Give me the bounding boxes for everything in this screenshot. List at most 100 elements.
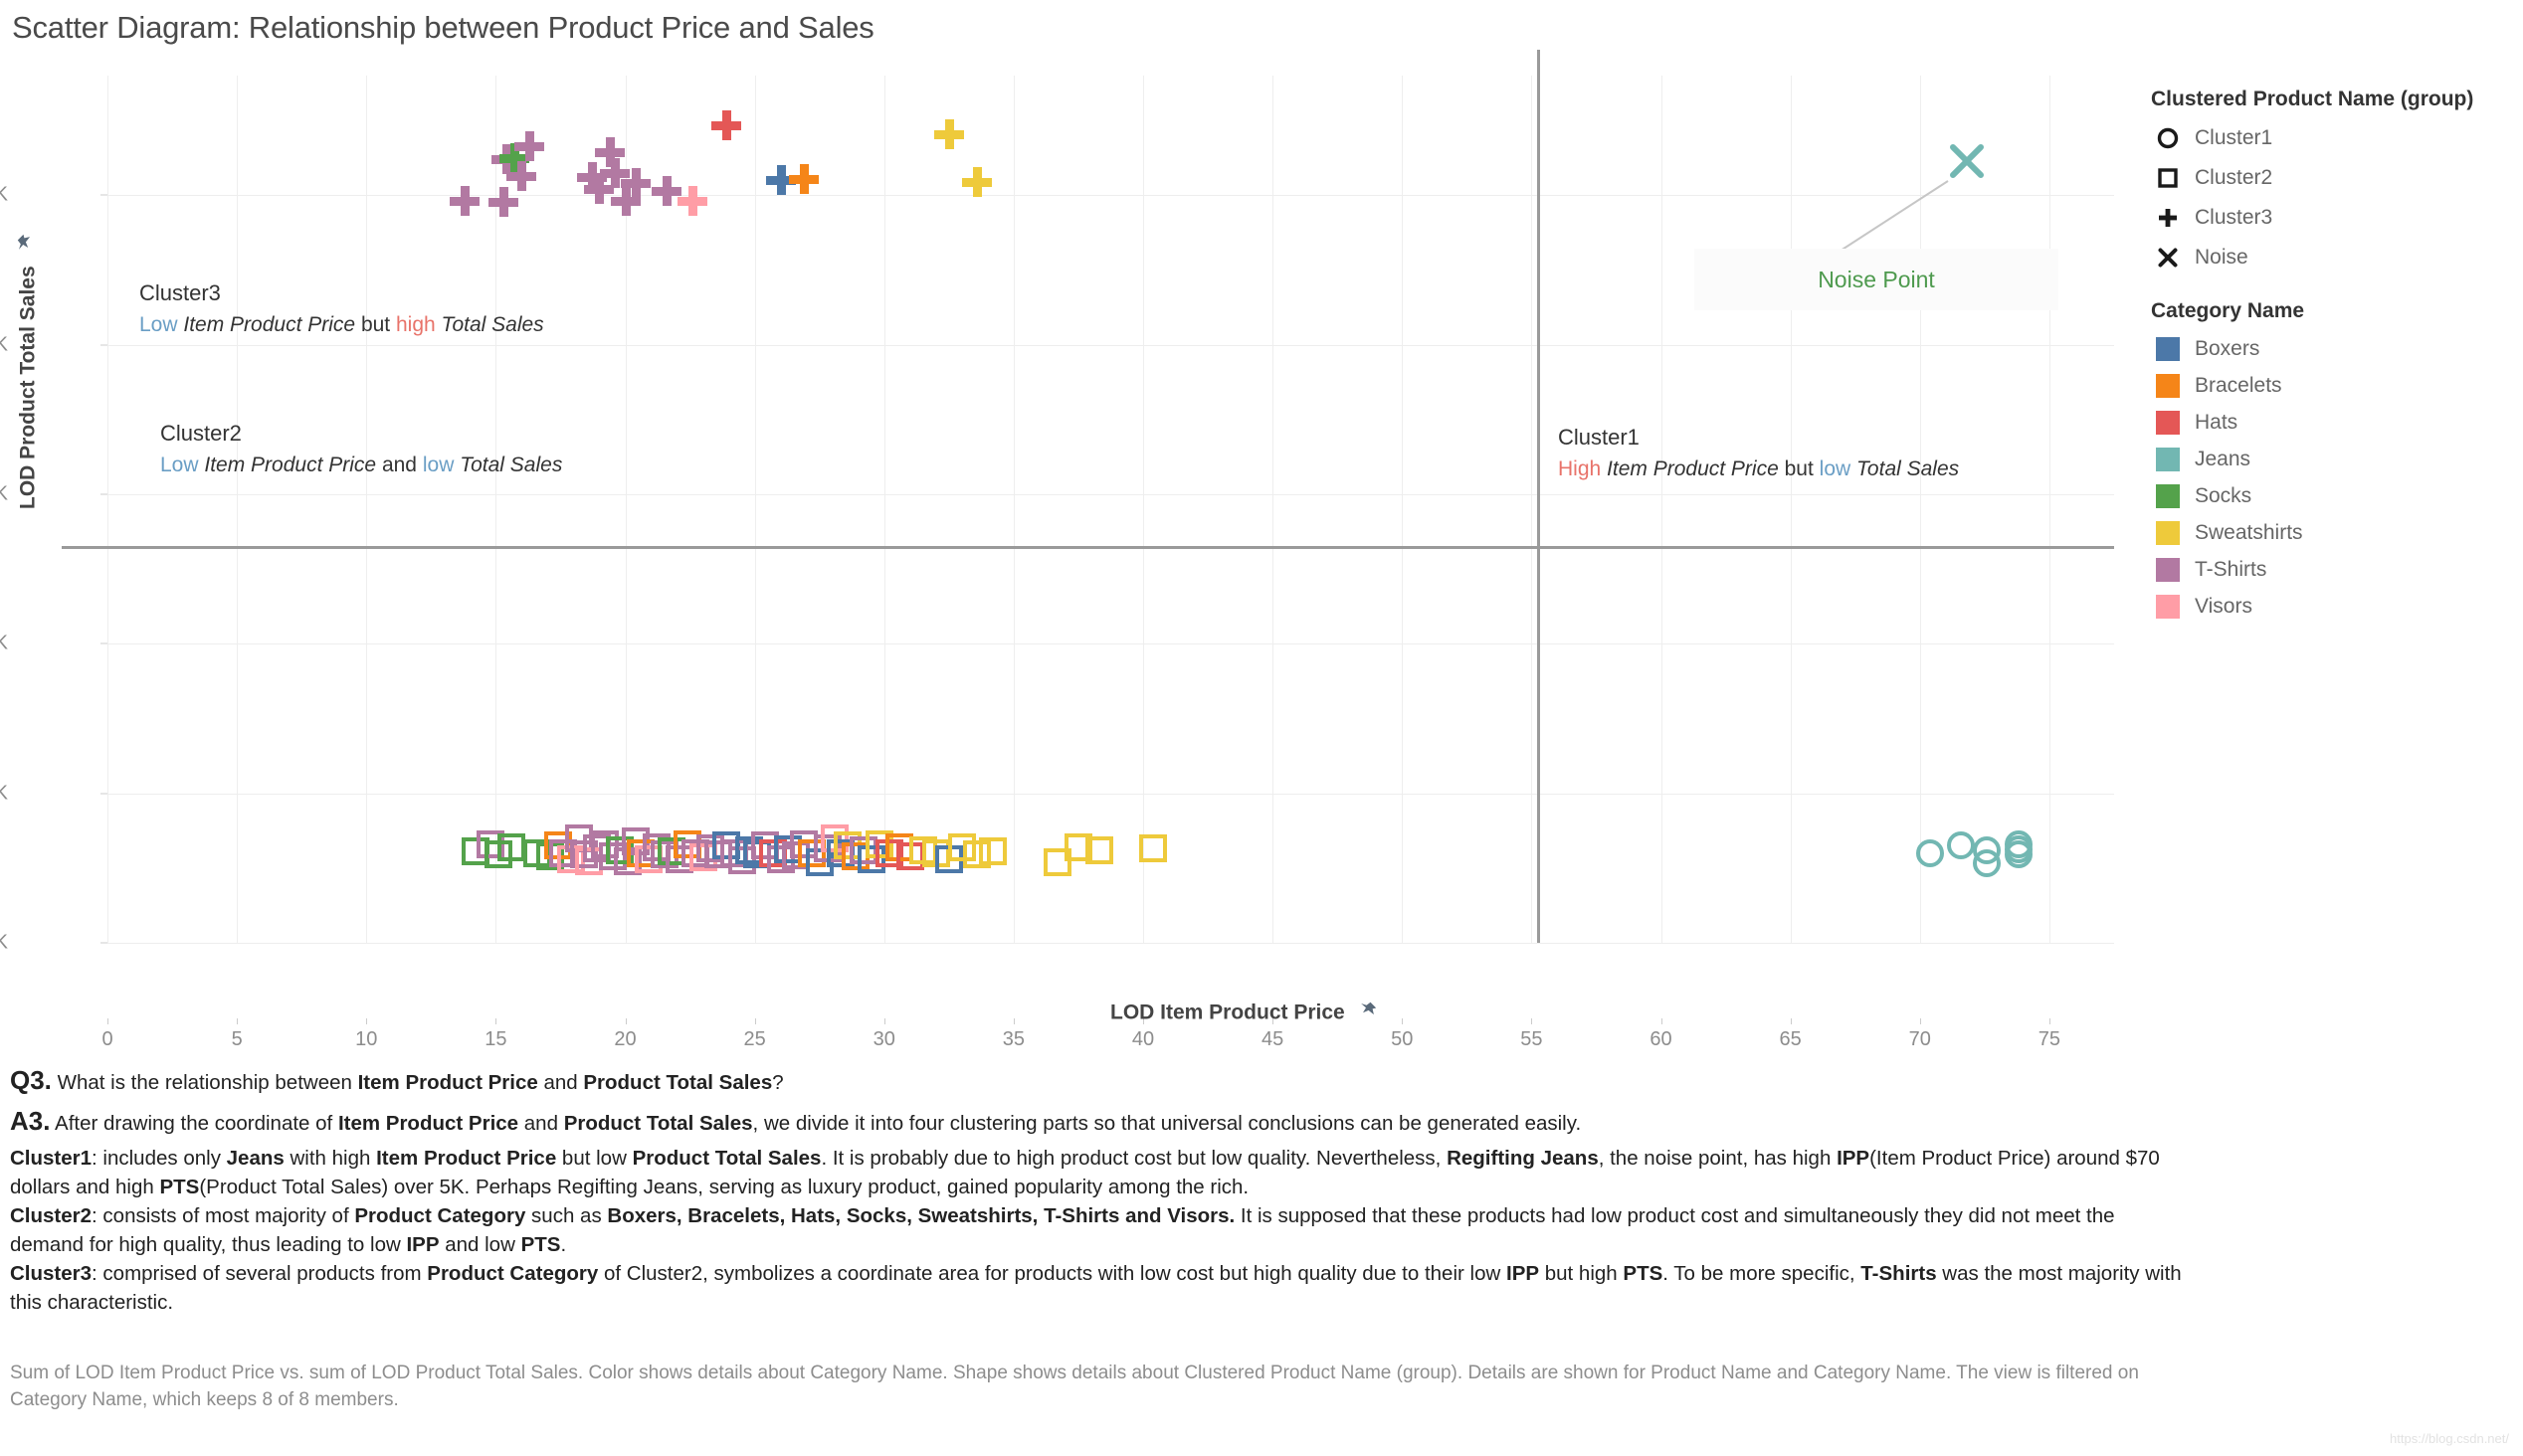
annotation-cluster1: Cluster1 High Item Product Price but low… [1558,425,1959,481]
marker-plus [933,118,964,149]
answer-line: A3. After drawing the coordinate of Item… [10,1103,2189,1140]
annot-c1-w5: Total Sales [1856,457,1960,480]
question-tag: Q3. [10,1065,52,1095]
legend-shape-title: Clustered Product Name (group) [2151,88,2474,110]
qa-block: Q3. What is the relationship between Ite… [10,1062,2189,1317]
marker-circle [2004,839,2033,868]
gridline-horizontal [107,493,2114,495]
c2-t5: . [560,1233,567,1257]
gridline-horizontal [107,793,2114,795]
y-tick-label: 2K [0,632,8,654]
y-tick-label: 1K [0,782,8,805]
y-tick-mark [100,493,107,495]
legend-spacer [2151,277,2519,299]
annot-c1-w2: Item Product Price [1607,457,1779,480]
x-tick-mark [495,1018,497,1024]
c1-b3: Product Total Sales [632,1146,822,1170]
gridline-vertical [1143,76,1145,943]
answer-text-2: and [518,1111,564,1135]
x-tick-label: 75 [2038,1028,2061,1050]
legend-item-socks[interactable]: Socks [2151,477,2519,514]
legend-item-cluster3[interactable]: Cluster3 [2151,198,2519,238]
annotation-cluster1-sub: High Item Product Price but low Total Sa… [1558,457,1959,481]
gridline-vertical [1660,76,1662,943]
pin-icon [16,234,42,254]
c1-b6: PTS [159,1175,200,1198]
annot-c1-w4: low [1819,457,1851,480]
legend-item-label: Socks [2195,483,2252,507]
legend-item-label: Cluster2 [2195,166,2273,189]
annotation-cluster2-head: Cluster2 [160,421,242,446]
legend-item-label: Cluster1 [2195,126,2273,149]
marker-plus [450,186,481,217]
x-tick-label: 30 [873,1028,895,1050]
legend-item-hats[interactable]: Hats [2151,404,2519,441]
color-swatch [2151,373,2185,398]
c3-t4: . To be more specific, [1662,1262,1861,1286]
gridline-vertical [2048,76,2050,943]
annot-c2-w2: Item Product Price [204,454,377,476]
x-tick-mark [366,1018,368,1024]
y-axis-title: LOD Product Total Sales [16,234,42,509]
marker-plus [514,130,545,161]
x-tick-mark [754,1018,756,1024]
c1-b1: Jeans [226,1146,285,1170]
legend-item-visors[interactable]: Visors [2151,588,2519,625]
annotation-cluster1-head: Cluster1 [1558,425,1640,450]
x-tick-mark [1013,1018,1015,1024]
c1-b5: IPP [1837,1146,1870,1170]
y-tick-label: 4K [0,333,8,356]
marker-circle [1973,849,2002,878]
legend-item-noise[interactable]: Noise [2151,238,2519,277]
x-axis-title-text: LOD Item Product Price [1110,1001,1345,1024]
x-tick-label: 55 [1520,1028,1543,1050]
y-tick-label: 0K [0,931,8,954]
swatch-fill [2156,557,2180,582]
legend-item-label: Sweatshirts [2195,520,2303,544]
legend-color-title: Category Name [2151,299,2305,322]
legend-item-sweatshirts[interactable]: Sweatshirts [2151,514,2519,551]
legend-item-bracelets[interactable]: Bracelets [2151,367,2519,404]
color-swatch [2151,594,2185,619]
legend-item-t-shirts[interactable]: T-Shirts [2151,551,2519,588]
swatch-fill [2156,520,2180,545]
swatch-fill [2156,336,2180,361]
annotation-cluster3-sub: Low Item Product Price but high Total Sa… [139,313,544,337]
page-title: Scatter Diagram: Relationship between Pr… [12,10,874,45]
swatch-fill [2156,594,2180,619]
marker-x [1949,143,1984,178]
x-tick-label: 25 [743,1028,766,1050]
c2-t2: such as [525,1204,608,1228]
marker-plus [789,163,820,194]
c3-b3: PTS [1623,1262,1663,1286]
c2-b3: IPP [406,1233,440,1257]
x-tick-label: 60 [1650,1028,1672,1050]
y-tick-mark [100,642,107,644]
legend-shape-items: Cluster1 Cluster2 Cluster3 Noise [2151,118,2519,277]
legend-item-cluster1[interactable]: Cluster1 [2151,118,2519,158]
answer-text-3: , we divide it into four clustering part… [752,1111,1582,1135]
legend-item-label: Bracelets [2195,373,2282,397]
x-tick-mark [2048,1018,2050,1024]
question-text-3: ? [772,1071,784,1094]
legend-item-label: Noise [2195,246,2248,269]
legend-item-jeans[interactable]: Jeans [2151,441,2519,477]
legend-item-boxers[interactable]: Boxers [2151,330,2519,367]
question-line: Q3. What is the relationship between Ite… [10,1062,2189,1099]
legend-item-label: Cluster3 [2195,206,2273,229]
question-text-2: and [537,1071,584,1094]
x-tick-mark [1790,1018,1792,1024]
swatch-fill [2156,373,2180,398]
question-bold-1: Item Product Price [357,1071,538,1094]
c3-t1: : comprised of several products from [92,1262,428,1286]
annot-c3-w4: high [396,313,436,336]
marker-square [1139,834,1168,863]
reference-line-vertical [1537,50,1540,943]
marker-square [979,837,1008,866]
annot-c2-w1: Low [160,454,199,476]
answer-bold-2: Product Total Sales [563,1111,753,1135]
cluster3-paragraph: Cluster3: comprised of several products … [10,1259,2189,1317]
c3-b4: T-Shirts [1860,1262,1937,1286]
c3-t2: of Cluster2, symbolizes a coordinate are… [598,1262,1506,1286]
legend-item-cluster2[interactable]: Cluster2 [2151,158,2519,198]
